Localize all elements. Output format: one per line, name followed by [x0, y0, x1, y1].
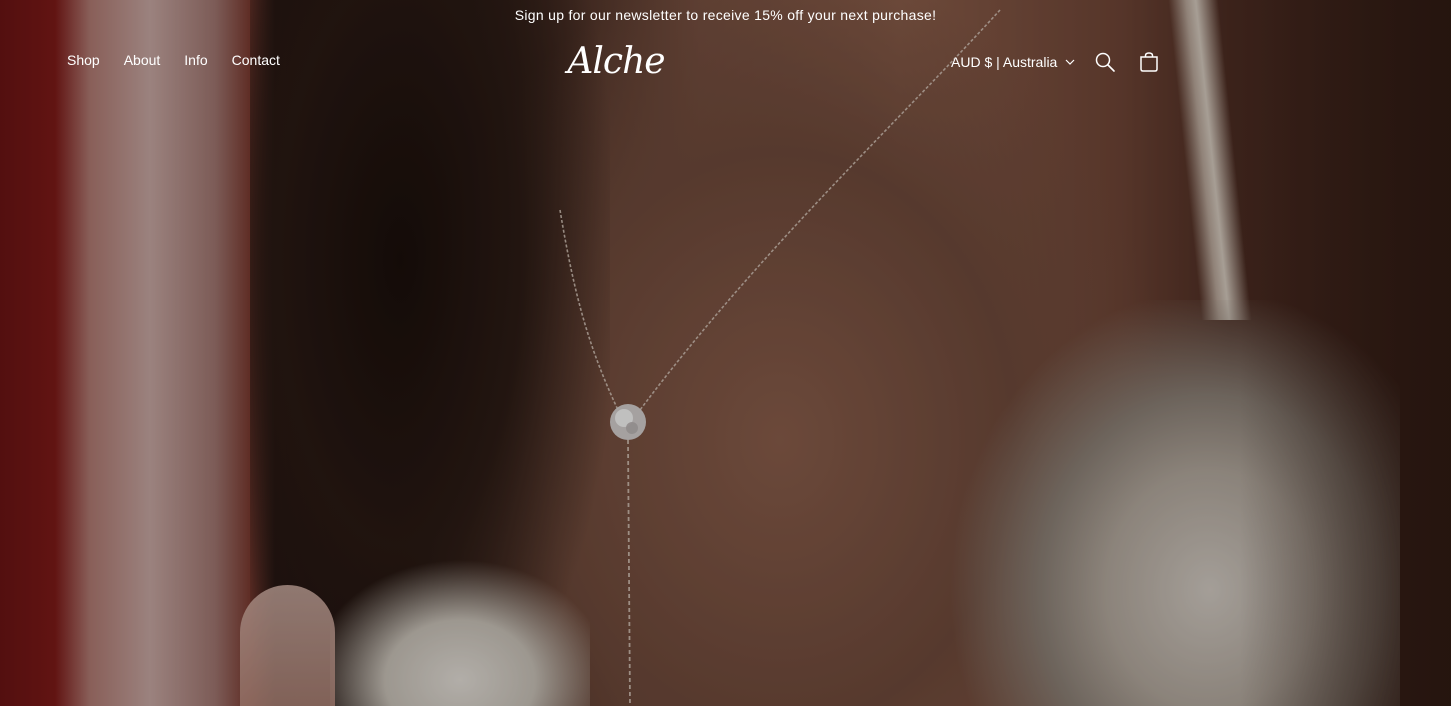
main-nav: Shop About Info Contact — [67, 52, 280, 68]
announcement-bar[interactable]: Sign up for our newsletter to receive 15… — [0, 0, 1451, 30]
announcement-text[interactable]: Sign up for our newsletter to receive 15… — [515, 7, 937, 23]
chevron-down-icon — [1065, 59, 1075, 65]
cart-button[interactable] — [1135, 48, 1163, 76]
nav-shop[interactable]: Shop — [67, 52, 100, 68]
nav-info[interactable]: Info — [184, 52, 207, 68]
localization-label: AUD $ | Australia — [951, 54, 1058, 70]
nav-about[interactable]: About — [124, 52, 161, 68]
nav-contact[interactable]: Contact — [232, 52, 280, 68]
localization-selector[interactable]: AUD $ | Australia — [951, 50, 1075, 74]
search-icon — [1095, 52, 1115, 72]
cart-icon — [1140, 52, 1158, 72]
site-header: Shop About Info Contact Alche AUD $ | Au… — [0, 36, 1451, 88]
search-button[interactable] — [1091, 48, 1119, 76]
hero-image — [0, 0, 1451, 706]
hero-overlay — [0, 0, 1451, 706]
site-logo[interactable]: Alche — [560, 38, 672, 86]
